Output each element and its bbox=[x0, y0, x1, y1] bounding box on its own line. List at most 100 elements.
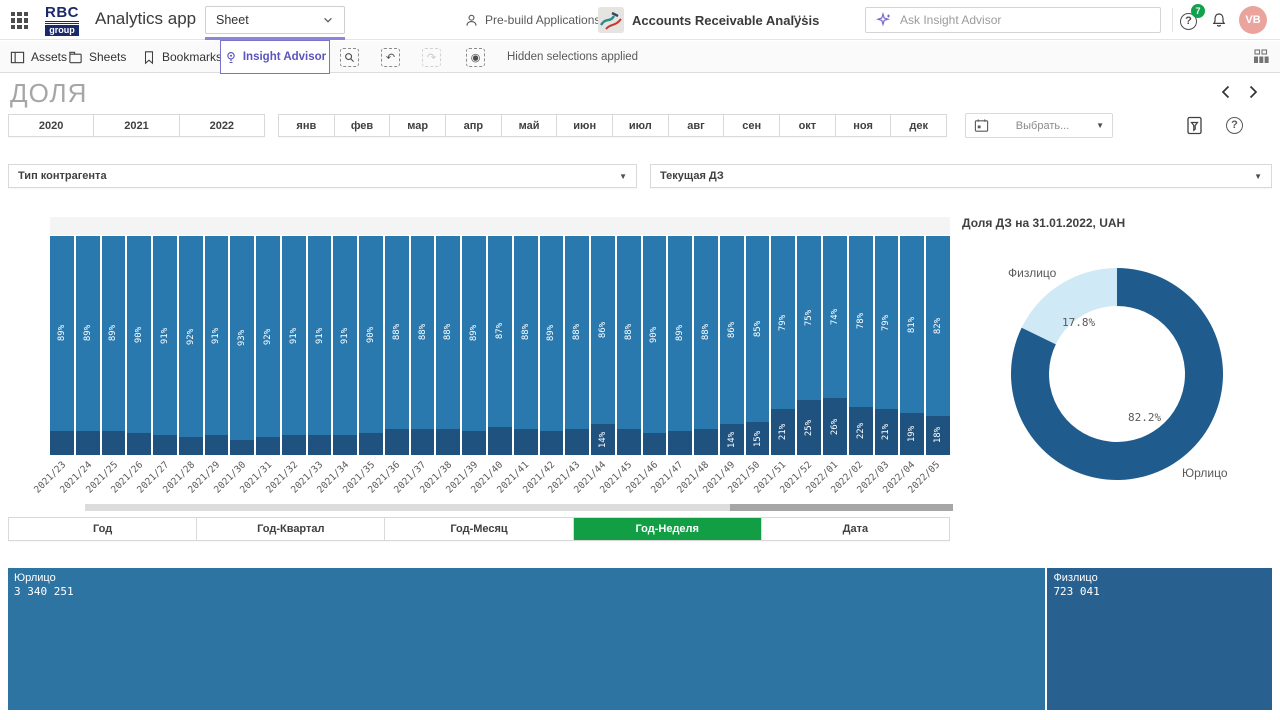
bar-segment-fizlico[interactable] bbox=[50, 431, 74, 455]
bar-segment-fizlico[interactable] bbox=[127, 433, 151, 455]
sheets-button[interactable]: Sheets bbox=[68, 41, 126, 73]
bar-2021/30[interactable]: 93% bbox=[230, 236, 254, 455]
bar-2021/45[interactable]: 88% bbox=[617, 236, 641, 455]
bar-2021/46[interactable]: 90% bbox=[643, 236, 667, 455]
bell-icon[interactable] bbox=[1211, 12, 1227, 29]
bar-segment-jurlico[interactable]: 88% bbox=[385, 236, 409, 429]
bar-2021/34[interactable]: 91% bbox=[333, 236, 357, 455]
search-input[interactable] bbox=[900, 13, 1130, 27]
tab-Дата[interactable]: Дата bbox=[761, 518, 949, 540]
treemap-block-Юрлицо[interactable]: Юрлицо3 340 251 bbox=[8, 568, 1045, 710]
bar-segment-jurlico[interactable]: 89% bbox=[462, 236, 486, 431]
bar-2021/47[interactable]: 89% bbox=[668, 236, 692, 455]
bar-2021/41[interactable]: 88% bbox=[514, 236, 538, 455]
app-thumbnail[interactable] bbox=[598, 7, 624, 33]
bar-segment-jurlico[interactable]: 78% bbox=[849, 236, 873, 407]
bar-segment-jurlico[interactable]: 89% bbox=[668, 236, 692, 431]
sheet-help-icon[interactable]: ? bbox=[1226, 117, 1243, 134]
sheet-navigation-grid-icon[interactable] bbox=[1253, 49, 1270, 64]
month-button-дек[interactable]: дек bbox=[890, 115, 946, 136]
bar-segment-fizlico[interactable]: 26% bbox=[823, 398, 847, 455]
bar-segment-fizlico[interactable] bbox=[359, 433, 383, 455]
bar-segment-jurlico[interactable]: 74% bbox=[823, 236, 847, 398]
bar-segment-fizlico[interactable] bbox=[102, 431, 126, 455]
tab-Год-Неделя[interactable]: Год-Неделя bbox=[573, 518, 761, 540]
user-avatar[interactable]: VB bbox=[1239, 6, 1267, 34]
bar-2021/52[interactable]: 75%25% bbox=[797, 236, 821, 455]
bar-segment-fizlico[interactable] bbox=[76, 431, 100, 455]
next-sheet-button[interactable] bbox=[1246, 84, 1260, 100]
bar-segment-fizlico[interactable] bbox=[462, 431, 486, 455]
bar-segment-fizlico[interactable]: 25% bbox=[797, 400, 821, 455]
bar-segment-jurlico[interactable]: 89% bbox=[50, 236, 74, 431]
tab-Год-Квартал[interactable]: Год-Квартал bbox=[196, 518, 384, 540]
date-picker[interactable]: Выбрать... ▼ bbox=[965, 113, 1113, 138]
bar-2021/40[interactable]: 87% bbox=[488, 236, 512, 455]
bar-2021/38[interactable]: 88% bbox=[436, 236, 460, 455]
bar-segment-fizlico[interactable]: 22% bbox=[849, 407, 873, 455]
bar-segment-jurlico[interactable]: 86% bbox=[720, 236, 744, 424]
stacked-bar-chart[interactable]: 89%89%89%90%91%92%91%93%92%91%91%91%90%8… bbox=[50, 236, 950, 455]
bar-segment-jurlico[interactable]: 88% bbox=[694, 236, 718, 429]
bar-segment-jurlico[interactable]: 91% bbox=[205, 236, 229, 435]
bar-2021/44[interactable]: 86%14% bbox=[591, 236, 615, 455]
bar-segment-jurlico[interactable]: 75% bbox=[797, 236, 821, 400]
month-button-мар[interactable]: мар bbox=[389, 115, 445, 136]
bar-2021/49[interactable]: 86%14% bbox=[720, 236, 744, 455]
bar-segment-jurlico[interactable]: 91% bbox=[333, 236, 357, 435]
insight-advisor-button[interactable]: Insight Advisor bbox=[220, 40, 330, 74]
undo-button[interactable]: ↶ bbox=[381, 48, 400, 67]
treemap-block-Физлицо[interactable]: Физлицо723 041 bbox=[1047, 568, 1272, 710]
bar-segment-jurlico[interactable]: 79% bbox=[771, 236, 795, 409]
bar-segment-fizlico[interactable] bbox=[230, 440, 254, 455]
bar-segment-jurlico[interactable]: 89% bbox=[76, 236, 100, 431]
bar-segment-jurlico[interactable]: 92% bbox=[179, 236, 203, 437]
current-selections-icon[interactable] bbox=[1186, 116, 1203, 135]
filter-current-receivables[interactable]: Текущая ДЗ ▼ bbox=[650, 164, 1272, 188]
bar-segment-jurlico[interactable]: 91% bbox=[308, 236, 332, 435]
bar-segment-fizlico[interactable] bbox=[282, 435, 306, 455]
donut-chart[interactable] bbox=[1007, 264, 1227, 484]
bar-segment-jurlico[interactable]: 87% bbox=[488, 236, 512, 427]
bar-2021/36[interactable]: 88% bbox=[385, 236, 409, 455]
bar-segment-jurlico[interactable]: 91% bbox=[153, 236, 177, 435]
bar-segment-fizlico[interactable]: 14% bbox=[720, 424, 744, 455]
bar-segment-jurlico[interactable]: 88% bbox=[436, 236, 460, 429]
bar-2021/43[interactable]: 88% bbox=[565, 236, 589, 455]
bar-segment-fizlico[interactable] bbox=[514, 429, 538, 455]
month-button-ноя[interactable]: ноя bbox=[835, 115, 891, 136]
bar-2022/04[interactable]: 81%19% bbox=[900, 236, 924, 455]
bar-segment-fizlico[interactable] bbox=[668, 431, 692, 455]
tab-Год[interactable]: Год bbox=[9, 518, 196, 540]
bar-segment-fizlico[interactable] bbox=[205, 435, 229, 455]
bar-2021/48[interactable]: 88% bbox=[694, 236, 718, 455]
bar-segment-jurlico[interactable]: 89% bbox=[540, 236, 564, 431]
bar-2021/23[interactable]: 89% bbox=[50, 236, 74, 455]
bar-segment-fizlico[interactable]: 15% bbox=[746, 422, 770, 455]
bar-segment-jurlico[interactable]: 88% bbox=[617, 236, 641, 429]
bar-segment-fizlico[interactable] bbox=[333, 435, 357, 455]
previous-sheet-button[interactable] bbox=[1219, 84, 1233, 100]
bar-segment-fizlico[interactable] bbox=[153, 435, 177, 455]
bar-segment-jurlico[interactable]: 90% bbox=[359, 236, 383, 433]
bar-segment-jurlico[interactable]: 89% bbox=[102, 236, 126, 431]
assets-button[interactable]: Assets bbox=[10, 41, 67, 73]
bar-segment-jurlico[interactable]: 86% bbox=[591, 236, 615, 424]
bar-segment-fizlico[interactable] bbox=[694, 429, 718, 455]
bar-segment-jurlico[interactable]: 79% bbox=[875, 236, 899, 409]
bar-segment-jurlico[interactable]: 85% bbox=[746, 236, 770, 422]
bookmarks-button[interactable]: Bookmarks bbox=[142, 41, 222, 73]
bar-segment-jurlico[interactable]: 93% bbox=[230, 236, 254, 440]
sheet-view-selector[interactable]: Sheet bbox=[205, 6, 345, 34]
bar-segment-fizlico[interactable] bbox=[617, 429, 641, 455]
chart-scrollbar-thumb[interactable] bbox=[730, 504, 953, 511]
bar-2021/27[interactable]: 91% bbox=[153, 236, 177, 455]
bar-segment-fizlico[interactable]: 19% bbox=[900, 413, 924, 455]
month-button-май[interactable]: май bbox=[501, 115, 557, 136]
bar-2021/25[interactable]: 89% bbox=[102, 236, 126, 455]
bar-2021/50[interactable]: 85%15% bbox=[746, 236, 770, 455]
chart-scrollbar-track[interactable] bbox=[85, 504, 953, 511]
year-button-2021[interactable]: 2021 bbox=[93, 115, 178, 136]
bar-segment-fizlico[interactable] bbox=[256, 437, 280, 455]
bar-segment-fizlico[interactable] bbox=[643, 433, 667, 455]
